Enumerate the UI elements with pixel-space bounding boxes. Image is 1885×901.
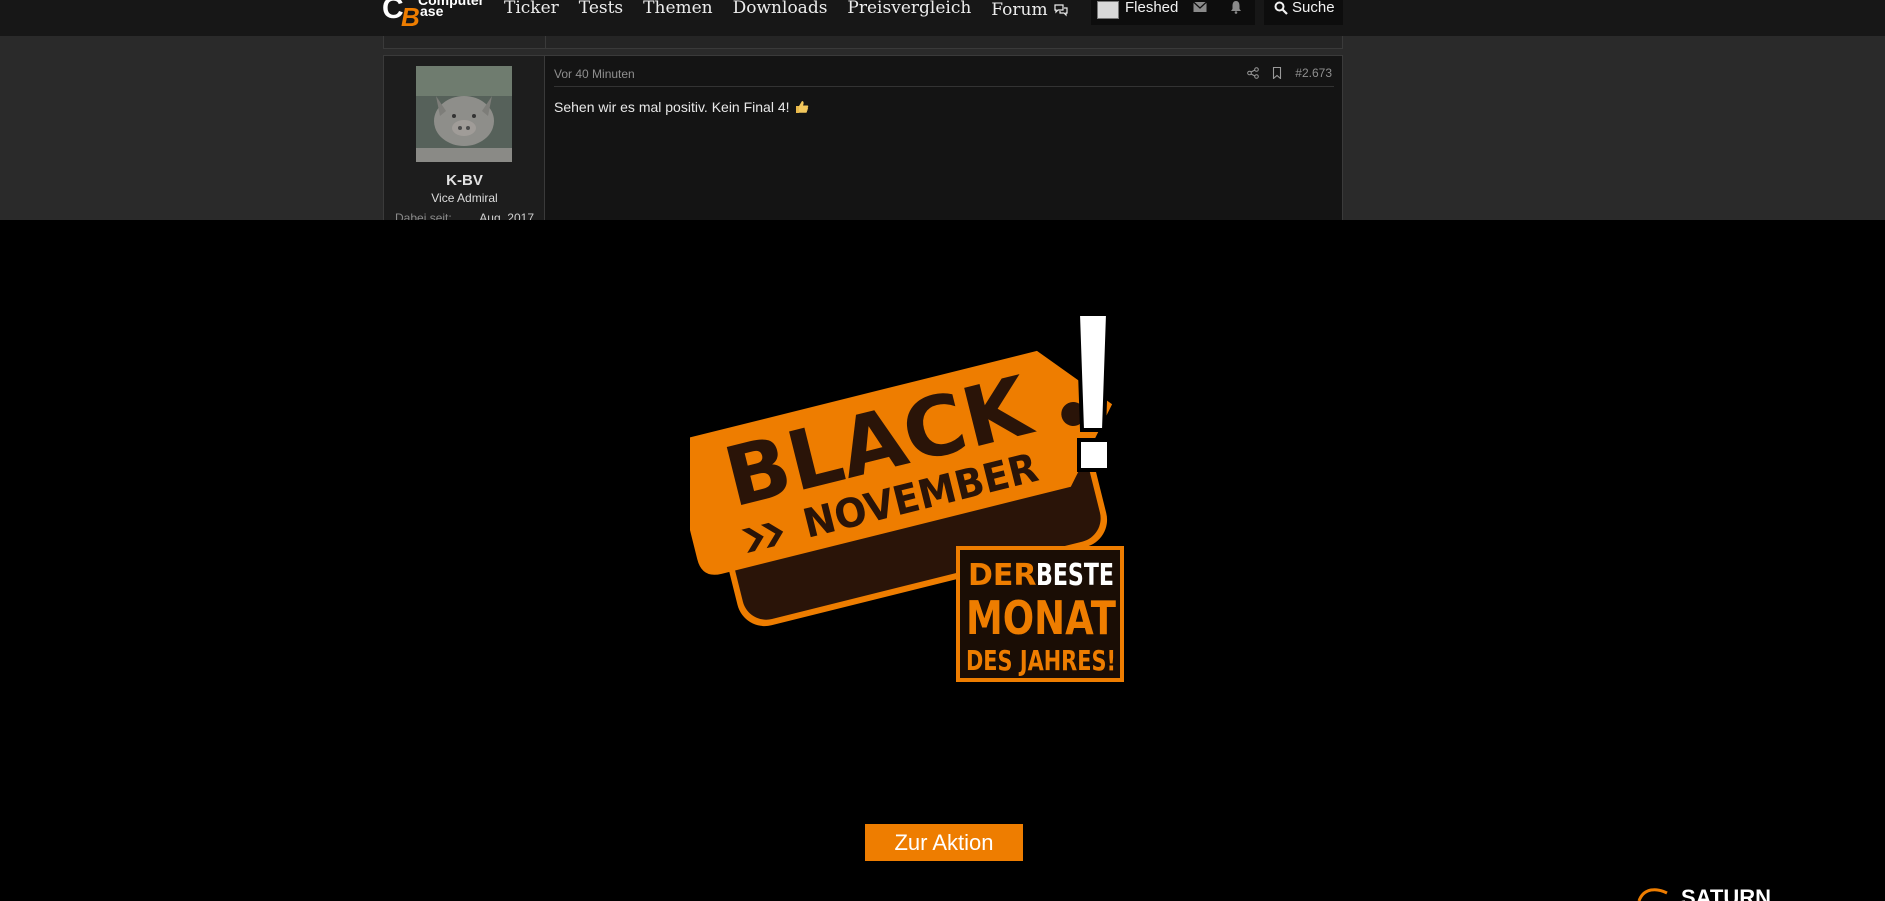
mail-icon[interactable] [1193, 1, 1207, 13]
post-timestamp[interactable]: Vor 40 Minuten [554, 67, 635, 81]
main-nav: Ticker Tests Themen Downloads Preisvergl… [504, 0, 1078, 20]
svg-text:ase: ase [420, 3, 444, 19]
post-actions: #2.673 [1247, 66, 1332, 80]
nav-tests[interactable]: Tests [569, 0, 633, 20]
nav-downloads[interactable]: Downloads [723, 0, 838, 20]
divider [554, 86, 1334, 87]
saturn-logo[interactable]: SATURN [1637, 883, 1807, 901]
search-button[interactable]: Suche [1264, 0, 1343, 25]
top-navigation: C B Computer ase Ticker Tests Themen Dow… [0, 0, 1885, 36]
post-number[interactable]: #2.673 [1295, 66, 1332, 80]
ad-tag-des-jahres: DES JAHRES! [966, 644, 1116, 677]
bookmark-icon[interactable] [1271, 67, 1283, 79]
share-icon[interactable] [1247, 67, 1260, 79]
search-icon [1274, 1, 1288, 15]
divider [545, 36, 546, 48]
user-name[interactable]: Fleshed [1125, 0, 1178, 16]
ad-overlay[interactable]: BLACK NOVEMBER DER BESTE MONAT DES JAHRE… [0, 220, 1885, 901]
svg-text:SATURN: SATURN [1681, 885, 1771, 901]
ad-tag-monat: MONAT [966, 591, 1116, 645]
post-username[interactable]: K-BV [384, 172, 545, 189]
ad-tag-der: DER [968, 558, 1037, 593]
ad-tag-beste: BESTE [1036, 558, 1114, 593]
nav-preisvergleich[interactable]: Preisvergleich [837, 0, 981, 20]
zur-aktion-button[interactable]: Zur Aktion [865, 824, 1023, 861]
post-content: Sehen wir es mal positiv. Kein Final 4! [554, 99, 809, 115]
search-label: Suche [1292, 0, 1335, 16]
nav-themen[interactable]: Themen [633, 0, 722, 20]
post-user-rank: Vice Admiral [431, 191, 498, 205]
post-text: Sehen wir es mal positiv. Kein Final 4! [554, 99, 790, 115]
svg-text:B: B [401, 2, 420, 30]
computerbase-logo[interactable]: C B Computer ase [382, 0, 482, 30]
forum-bubbles-icon [1053, 4, 1068, 17]
black-november-logo[interactable]: BLACK NOVEMBER DER BESTE MONAT DES JAHRE… [690, 310, 1180, 690]
previous-post-edge [383, 36, 1343, 49]
post-avatar[interactable] [416, 66, 512, 162]
nav-ticker[interactable]: Ticker [504, 0, 569, 20]
bell-icon[interactable] [1230, 0, 1242, 14]
nav-forum[interactable]: Forum [981, 0, 1077, 20]
nav-forum-label: Forum [991, 0, 1048, 20]
thumbs-up-icon [795, 101, 808, 113]
user-menu[interactable]: Fleshed [1091, 0, 1255, 25]
user-avatar[interactable] [1097, 1, 1119, 19]
